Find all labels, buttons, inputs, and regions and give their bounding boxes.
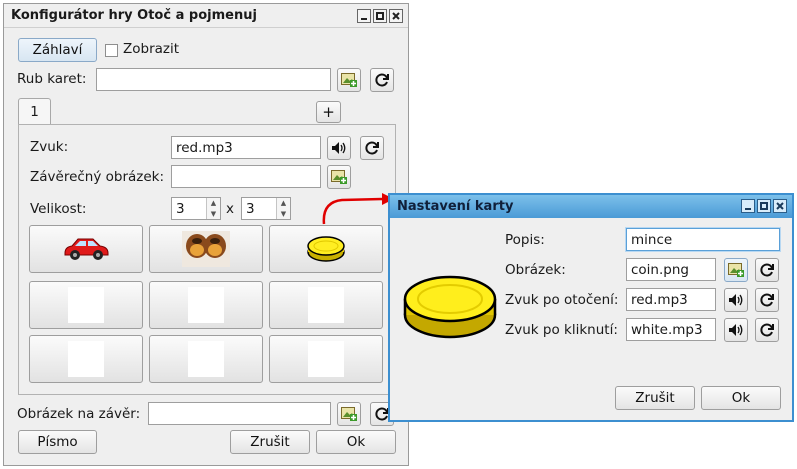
add-image-icon bbox=[728, 263, 744, 277]
description-field[interactable]: mince bbox=[626, 228, 780, 251]
browse-card-image-button[interactable] bbox=[724, 258, 748, 282]
browse-final-image-button[interactable] bbox=[327, 165, 351, 189]
add-image-icon bbox=[341, 407, 357, 421]
rows-value: 3 bbox=[176, 200, 185, 217]
browse-end-image-button[interactable] bbox=[337, 402, 361, 426]
font-button[interactable]: Písmo bbox=[18, 430, 97, 454]
cols-spinbox[interactable]: 3 ▲ ▼ bbox=[241, 197, 291, 220]
speaker-icon bbox=[729, 324, 743, 336]
flip-sound-field[interactable]: red.mp3 bbox=[626, 288, 716, 311]
link-arrow bbox=[322, 193, 394, 225]
spin-arrows-icon[interactable]: ▲ ▼ bbox=[206, 198, 220, 219]
dialog-ok-button[interactable]: Ok bbox=[701, 386, 781, 410]
rows-spinbox[interactable]: 3 ▲ ▼ bbox=[171, 197, 221, 220]
card-settings-dialog: Nastavení karty Popis: mince Obrázek: co… bbox=[388, 193, 794, 422]
close-icon[interactable] bbox=[773, 199, 787, 213]
card-cell-1[interactable] bbox=[29, 225, 143, 273]
coin-icon bbox=[307, 236, 345, 262]
flip-sound-label: Zvuk po otočení: bbox=[505, 292, 619, 308]
card-back-label: Rub karet: bbox=[17, 71, 87, 87]
cols-value: 3 bbox=[246, 200, 255, 217]
dialog-title: Nastavení karty bbox=[397, 199, 514, 214]
add-image-icon bbox=[341, 73, 357, 87]
close-icon[interactable] bbox=[389, 9, 403, 23]
refresh-icon bbox=[760, 263, 774, 277]
cookies-icon bbox=[182, 231, 230, 267]
minimize-icon[interactable] bbox=[357, 9, 371, 23]
car-icon bbox=[64, 238, 109, 260]
reset-flip-sound-button[interactable] bbox=[755, 288, 779, 312]
reset-sound-button[interactable] bbox=[360, 136, 384, 160]
header-button[interactable]: Záhlaví bbox=[18, 38, 97, 62]
refresh-icon bbox=[365, 141, 379, 155]
show-checkbox[interactable] bbox=[105, 44, 118, 57]
card-cell-8[interactable] bbox=[149, 335, 263, 383]
play-click-sound-button[interactable] bbox=[724, 318, 748, 342]
speaker-icon bbox=[332, 142, 346, 154]
card-cell-3[interactable] bbox=[269, 225, 383, 273]
refresh-icon bbox=[760, 323, 774, 337]
reset-click-sound-button[interactable] bbox=[755, 318, 779, 342]
size-times: x bbox=[226, 201, 234, 217]
card-cell-7[interactable] bbox=[29, 335, 143, 383]
end-image-label: Obrázek na závěr: bbox=[17, 406, 141, 422]
ok-button[interactable]: Ok bbox=[316, 430, 396, 454]
play-flip-sound-button[interactable] bbox=[724, 288, 748, 312]
coin-preview-icon bbox=[403, 275, 497, 339]
speaker-icon bbox=[729, 294, 743, 306]
main-titlebar: Konfigurátor hry Otoč a pojmenuj bbox=[4, 4, 408, 28]
maximize-icon[interactable] bbox=[757, 199, 771, 213]
sound-field[interactable]: red.mp3 bbox=[171, 136, 321, 159]
main-title: Konfigurátor hry Otoč a pojmenuj bbox=[11, 8, 257, 23]
tab-1-label: 1 bbox=[30, 104, 39, 120]
reset-button[interactable] bbox=[370, 68, 394, 92]
final-image-label: Závěrečný obrázek: bbox=[30, 169, 165, 185]
card-cell-6[interactable] bbox=[269, 281, 383, 329]
card-back-field[interactable] bbox=[96, 68, 331, 91]
description-label: Popis: bbox=[505, 232, 545, 248]
sound-label: Zvuk: bbox=[30, 139, 69, 155]
card-cell-5[interactable] bbox=[149, 281, 263, 329]
play-sound-button[interactable] bbox=[327, 136, 351, 160]
final-image-field[interactable] bbox=[171, 165, 321, 188]
size-label: Velikost: bbox=[30, 201, 87, 217]
end-image-field[interactable] bbox=[148, 402, 331, 425]
minimize-icon[interactable] bbox=[741, 199, 755, 213]
tab-1[interactable]: 1 bbox=[18, 98, 51, 125]
cancel-button[interactable]: Zrušit bbox=[230, 430, 310, 454]
show-checkbox-label: Zobrazit bbox=[123, 41, 180, 57]
dialog-titlebar: Nastavení karty bbox=[390, 195, 792, 218]
card-cell-9[interactable] bbox=[269, 335, 383, 383]
image-field[interactable]: coin.png bbox=[626, 258, 716, 281]
browse-image-button[interactable] bbox=[337, 68, 361, 92]
reset-card-image-button[interactable] bbox=[755, 258, 779, 282]
card-cell-2[interactable] bbox=[149, 225, 263, 273]
click-sound-field[interactable]: white.mp3 bbox=[626, 318, 716, 341]
click-sound-label: Zvuk po kliknutí: bbox=[505, 322, 618, 338]
refresh-icon bbox=[375, 73, 389, 87]
image-label: Obrázek: bbox=[505, 262, 566, 278]
dialog-cancel-button[interactable]: Zrušit bbox=[615, 386, 695, 410]
add-image-icon bbox=[331, 170, 347, 184]
refresh-icon bbox=[760, 293, 774, 307]
main-window: Konfigurátor hry Otoč a pojmenuj Záhlaví… bbox=[3, 3, 409, 466]
card-cell-4[interactable] bbox=[29, 281, 143, 329]
maximize-icon[interactable] bbox=[373, 9, 387, 23]
spin-arrows-icon[interactable]: ▲ ▼ bbox=[276, 198, 290, 219]
add-tab-button[interactable]: + bbox=[316, 101, 341, 123]
